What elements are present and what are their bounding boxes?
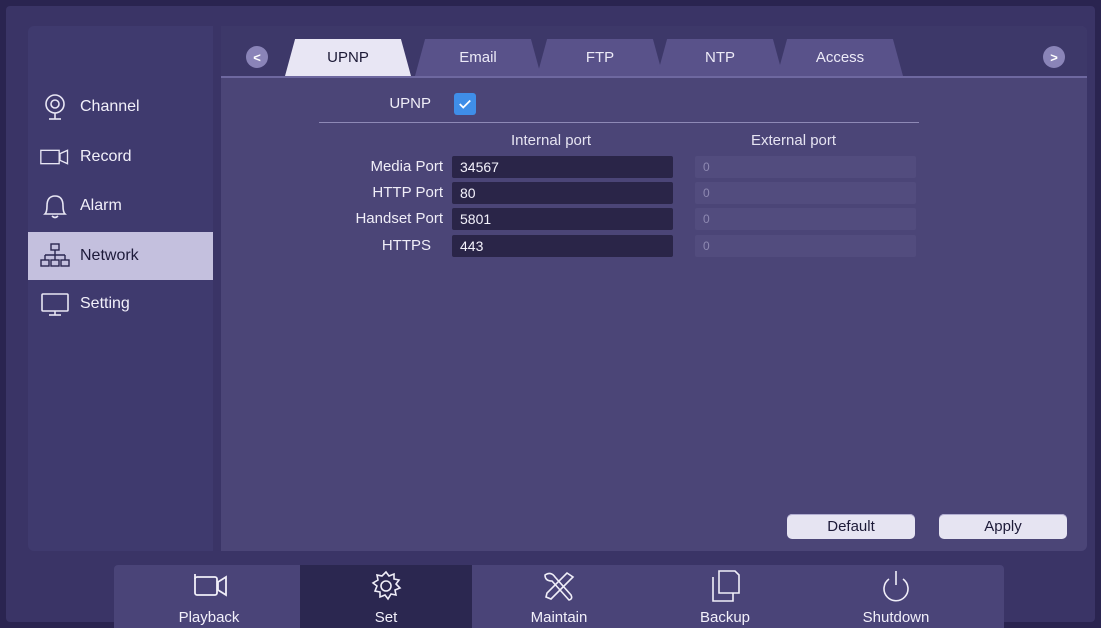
tab-prev-button[interactable]: < xyxy=(246,46,268,68)
network-settings-panel: < UPNP Email FTP NTP Access > UPNP Inter… xyxy=(221,26,1087,551)
tab-upnp[interactable]: UPNP xyxy=(285,39,411,76)
sidebar: Channel Record Alarm Network Setting xyxy=(28,26,213,551)
sidebar-item-label: Network xyxy=(80,247,139,264)
divider xyxy=(319,122,919,123)
power-icon xyxy=(883,571,909,602)
https-port-label: HTTPS xyxy=(381,237,431,254)
sidebar-item-setting[interactable]: Setting xyxy=(28,280,213,328)
channel-icon xyxy=(45,94,65,120)
http-port-label: HTTP Port xyxy=(372,184,443,201)
record-icon xyxy=(40,149,69,165)
bottom-item-set[interactable]: Set xyxy=(300,565,472,628)
tab-access[interactable]: Access xyxy=(777,39,903,76)
check-icon xyxy=(459,99,471,109)
http-port-internal-input[interactable]: 80 xyxy=(452,182,673,204)
copy-icon xyxy=(712,570,740,602)
http-port-external-input: 0 xyxy=(695,182,916,204)
https-port-external-input: 0 xyxy=(695,235,916,257)
sidebar-item-network[interactable]: Network xyxy=(28,232,213,280)
sidebar-item-label: Setting xyxy=(80,295,130,312)
bottom-item-label: Backup xyxy=(699,609,751,626)
camera-icon xyxy=(194,574,227,597)
tab-next-button[interactable]: > xyxy=(1043,46,1065,68)
apply-button[interactable]: Apply xyxy=(939,514,1067,539)
media-port-internal-input[interactable]: 34567 xyxy=(452,156,673,178)
gear-icon xyxy=(371,570,402,601)
sidebar-item-label: Channel xyxy=(80,98,140,115)
bottom-item-backup[interactable]: Backup xyxy=(640,565,810,628)
bottom-item-label: Set xyxy=(374,609,398,626)
sidebar-item-alarm[interactable]: Alarm xyxy=(28,182,213,230)
upnp-checkbox[interactable] xyxy=(454,93,476,115)
tab-bar: < UPNP Email FTP NTP Access > xyxy=(221,26,1087,78)
chevron-left-icon: < xyxy=(253,49,261,65)
external-port-header: External port xyxy=(751,132,837,149)
default-button[interactable]: Default xyxy=(787,514,915,539)
handset-port-label: Handset Port xyxy=(355,210,443,227)
tab-ntp[interactable]: NTP xyxy=(657,39,783,76)
monitor-icon xyxy=(41,293,69,316)
bottom-item-maintain[interactable]: Maintain xyxy=(474,565,644,628)
bottom-item-label: Shutdown xyxy=(862,609,930,626)
media-port-label: Media Port xyxy=(370,158,443,175)
upnp-label: UPNP xyxy=(389,95,431,112)
bottom-item-label: Playback xyxy=(178,609,240,626)
handset-port-internal-input[interactable]: 5801 xyxy=(452,208,673,230)
sidebar-item-record[interactable]: Record xyxy=(28,133,213,181)
network-icon xyxy=(40,243,70,267)
sidebar-item-label: Alarm xyxy=(80,197,122,214)
sidebar-item-label: Record xyxy=(80,148,132,165)
tools-icon xyxy=(544,571,575,601)
bottom-item-playback[interactable]: Playback xyxy=(124,565,294,628)
tab-email[interactable]: Email xyxy=(415,39,541,76)
handset-port-external-input: 0 xyxy=(695,208,916,230)
bottom-item-label: Maintain xyxy=(530,609,588,626)
tab-ftp[interactable]: FTP xyxy=(537,39,663,76)
bottom-menu-bar: Playback Set Maintain Backup Shutdown xyxy=(114,565,1004,628)
alarm-bell-icon xyxy=(43,195,67,219)
https-port-internal-input[interactable]: 443 xyxy=(452,235,673,257)
media-port-external-input: 0 xyxy=(695,156,916,178)
sidebar-item-channel[interactable]: Channel xyxy=(28,83,213,131)
internal-port-header: Internal port xyxy=(511,132,592,149)
chevron-right-icon: > xyxy=(1050,49,1058,65)
bottom-item-shutdown[interactable]: Shutdown xyxy=(811,565,981,628)
